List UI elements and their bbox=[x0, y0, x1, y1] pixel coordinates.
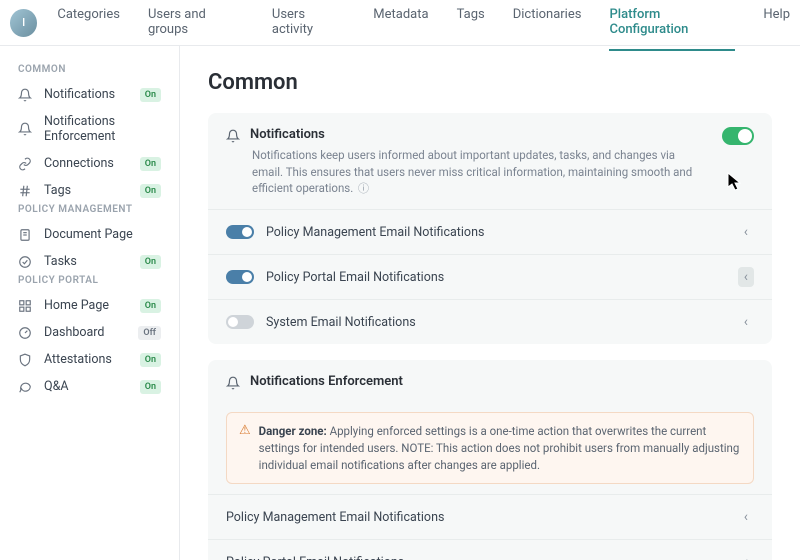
chevron-left-icon[interactable]: ‹ bbox=[738, 507, 754, 527]
master-toggle-notifications[interactable] bbox=[722, 127, 754, 149]
chevron-left-icon[interactable]: ‹ bbox=[738, 312, 754, 332]
bell-icon bbox=[226, 376, 240, 390]
sidebar-item-label: Document Page bbox=[44, 227, 161, 242]
status-badge: On bbox=[140, 353, 161, 367]
nav-item[interactable]: Metadata bbox=[373, 0, 428, 51]
sidebar-item[interactable]: DashboardOff bbox=[0, 319, 179, 346]
nav-item[interactable]: Categories bbox=[57, 0, 120, 51]
chat-icon bbox=[18, 380, 34, 394]
bell-icon bbox=[18, 122, 34, 136]
info-icon[interactable]: ⓘ bbox=[355, 182, 369, 195]
row-label: Policy Portal Email Notifications bbox=[266, 270, 738, 285]
warning-icon: ⚠ bbox=[239, 423, 251, 473]
warn-text: Danger zone: Applying enforced settings … bbox=[259, 423, 741, 473]
sidebar-item-label: Dashboard bbox=[44, 325, 138, 340]
link-icon bbox=[18, 157, 34, 171]
card-title: Notifications Enforcement bbox=[250, 374, 403, 389]
nav-item[interactable]: Tags bbox=[457, 0, 485, 51]
notif-row: System Email Notifications ‹ bbox=[208, 299, 772, 344]
row-label: Policy Management Email Notifications bbox=[226, 510, 738, 525]
top-nav: Categories Users and groups Users activity… bbox=[57, 0, 790, 51]
gauge-icon bbox=[18, 326, 34, 340]
row-toggle[interactable] bbox=[226, 225, 254, 239]
status-badge: On bbox=[140, 255, 161, 269]
notif-row: Policy Portal Email Notifications ‹ bbox=[208, 254, 772, 299]
nav-item[interactable]: Dictionaries bbox=[513, 0, 582, 51]
hash-icon bbox=[18, 184, 34, 198]
sidebar-item-label: Q&A bbox=[44, 379, 140, 394]
row-label: System Email Notifications bbox=[266, 315, 738, 330]
status-badge: On bbox=[140, 184, 161, 198]
main-content: Common Notifications Notifications keep … bbox=[180, 46, 800, 560]
sidebar-item-label: Tasks bbox=[44, 254, 140, 269]
status-badge: On bbox=[140, 380, 161, 394]
nav-item[interactable]: Platform Configuration bbox=[609, 0, 735, 51]
card-title: Notifications bbox=[250, 127, 325, 142]
bell-icon bbox=[18, 88, 34, 102]
sidebar-item-label: Notifications bbox=[44, 87, 140, 102]
row-label: Policy Management Email Notifications bbox=[266, 225, 738, 240]
sidebar-group-label: COMMON bbox=[0, 64, 179, 81]
page-title: Common bbox=[208, 70, 772, 95]
sidebar-item[interactable]: Notifications Enforcement bbox=[0, 108, 179, 150]
sidebar-item-label: Connections bbox=[44, 156, 140, 171]
danger-zone-box: ⚠ Danger zone: Applying enforced setting… bbox=[226, 412, 754, 484]
sidebar-item[interactable]: ConnectionsOn bbox=[0, 150, 179, 177]
status-badge: On bbox=[140, 157, 161, 171]
sidebar-item[interactable]: AttestationsOn bbox=[0, 346, 179, 373]
sidebar-item-label: Attestations bbox=[44, 352, 140, 367]
chevron-left-icon[interactable]: ‹ bbox=[738, 267, 754, 287]
avatar[interactable]: I bbox=[10, 9, 37, 37]
shield-icon bbox=[18, 353, 34, 367]
status-badge: Off bbox=[138, 326, 161, 340]
bell-icon bbox=[226, 129, 240, 143]
sidebar-item-label: Home Page bbox=[44, 298, 140, 313]
status-badge: On bbox=[140, 299, 161, 313]
sidebar-item[interactable]: TasksOn bbox=[0, 248, 179, 275]
sidebar-item[interactable]: TagsOn bbox=[0, 177, 179, 204]
check-icon bbox=[18, 255, 34, 269]
nav-item[interactable]: Users activity bbox=[272, 0, 345, 51]
grid-icon bbox=[18, 299, 34, 313]
notif-row: Policy Management Email Notifications ‹ bbox=[208, 209, 772, 254]
sidebar-item[interactable]: NotificationsOn bbox=[0, 81, 179, 108]
card-desc: Notifications keep users informed about … bbox=[226, 147, 754, 197]
sidebar: COMMONNotificationsOnNotifications Enfor… bbox=[0, 46, 180, 560]
enforce-row: Policy Portal Email Notifications ‹ bbox=[208, 539, 772, 560]
sidebar-group-label: POLICY MANAGEMENT bbox=[0, 204, 179, 221]
card-enforcement: Notifications Enforcement ⚠ Danger zone:… bbox=[208, 360, 772, 560]
status-badge: On bbox=[140, 88, 161, 102]
row-toggle[interactable] bbox=[226, 315, 254, 329]
sidebar-item[interactable]: Q&AOn bbox=[0, 373, 179, 400]
doc-icon bbox=[18, 228, 34, 242]
chevron-left-icon[interactable]: ‹ bbox=[738, 552, 754, 560]
card-notifications: Notifications Notifications keep users i… bbox=[208, 113, 772, 344]
enforce-row: Policy Management Email Notifications ‹ bbox=[208, 494, 772, 539]
sidebar-group-label: POLICY PORTAL bbox=[0, 275, 179, 292]
sidebar-item[interactable]: Document Page bbox=[0, 221, 179, 248]
row-toggle[interactable] bbox=[226, 270, 254, 284]
sidebar-item[interactable]: Home PageOn bbox=[0, 292, 179, 319]
nav-item[interactable]: Help bbox=[763, 0, 790, 51]
sidebar-item-label: Tags bbox=[44, 183, 140, 198]
topbar: I CategoriesUsers and groupsUsers activi… bbox=[0, 0, 800, 46]
sidebar-item-label: Notifications Enforcement bbox=[44, 114, 161, 144]
chevron-left-icon[interactable]: ‹ bbox=[738, 222, 754, 242]
row-label: Policy Portal Email Notifications bbox=[226, 555, 738, 560]
nav-item[interactable]: Users and groups bbox=[148, 0, 244, 51]
